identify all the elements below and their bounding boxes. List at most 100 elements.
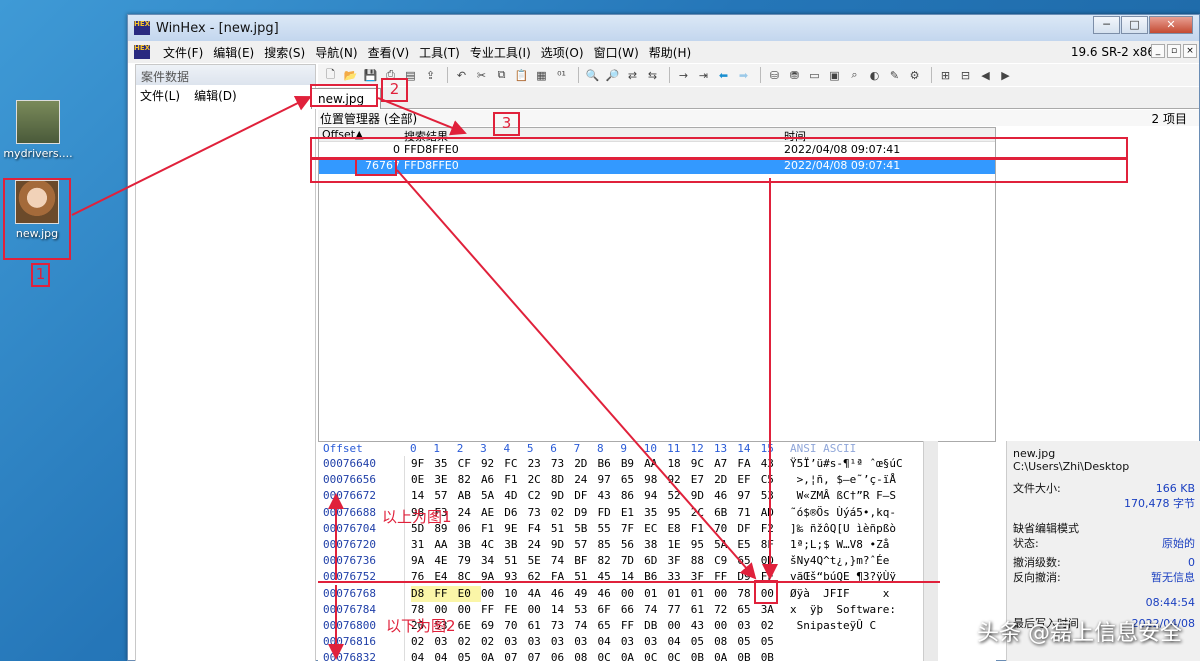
new-file-icon[interactable]: 🗋 — [322, 67, 339, 83]
hex-byte[interactable]: 74 — [574, 618, 597, 634]
hex-byte[interactable]: 24 — [458, 505, 481, 521]
hex-byte[interactable]: 92 — [667, 472, 690, 488]
hex-byte[interactable]: C5 — [761, 472, 784, 488]
hex-byte[interactable]: B6 — [598, 456, 621, 472]
hex-byte[interactable]: 61 — [691, 602, 714, 618]
forward-icon[interactable]: ➡ — [735, 67, 752, 83]
hex-byte[interactable]: A7 — [714, 456, 737, 472]
hex-row[interactable]: 00076672 14 57 AB 5A 4D C2 9D DF 43 86 94 52 9D 46 97 53… — [318, 488, 996, 505]
hex-byte[interactable]: 66 — [621, 602, 644, 618]
hex-byte[interactable]: 5A — [481, 488, 504, 504]
hex-byte[interactable]: FE — [504, 602, 527, 618]
hex-byte[interactable]: 43 — [598, 488, 621, 504]
hex-byte[interactable]: 9D — [551, 488, 574, 504]
hex-byte[interactable]: 01 — [691, 586, 714, 602]
hex-byte[interactable]: 7D — [621, 553, 644, 569]
paste-write-icon[interactable]: ▦ — [533, 67, 550, 83]
hex-byte[interactable]: AB — [458, 488, 481, 504]
hex-byte[interactable]: 49 — [574, 586, 597, 602]
hex-byte[interactable]: 03 — [574, 634, 597, 650]
hex-byte[interactable]: 04 — [434, 650, 457, 661]
hex-byte[interactable]: 38 — [644, 537, 667, 553]
hex-byte[interactable]: 9A — [481, 569, 504, 585]
hex-byte[interactable]: DF — [574, 488, 597, 504]
settings-icon[interactable]: ⚙ — [906, 67, 923, 83]
hex-byte[interactable]: AD — [761, 505, 784, 521]
replace-hex-icon[interactable]: ⇆ — [644, 67, 661, 83]
disk-icon[interactable]: ⛁ — [766, 67, 783, 83]
grid-icon[interactable]: ⊞ — [937, 67, 954, 83]
table-icon[interactable]: ⊟ — [957, 67, 974, 83]
mdi-minimize-button[interactable]: _ — [1151, 44, 1165, 58]
hex-byte[interactable]: FC — [504, 456, 527, 472]
hex-byte[interactable]: 00 — [528, 602, 551, 618]
hex-byte[interactable]: 02 — [551, 505, 574, 521]
hex-byte[interactable]: 3F — [667, 553, 690, 569]
hex-row[interactable]: 00076736 9A 4E 79 34 51 5E 74 BF 82 7D 6D 3F 88 C9 65 0D… — [318, 553, 996, 570]
hex-byte[interactable]: 06 — [458, 521, 481, 537]
hex-byte[interactable]: 65 — [598, 618, 621, 634]
hex-byte[interactable]: 95 — [691, 537, 714, 553]
hex-byte[interactable]: 0D — [761, 553, 784, 569]
hex-byte[interactable]: 73 — [528, 505, 551, 521]
hex-byte[interactable]: C9 — [714, 553, 737, 569]
hex-byte[interactable]: C2 — [528, 488, 551, 504]
hex-byte[interactable]: 14 — [551, 602, 574, 618]
hex-byte[interactable]: 70 — [504, 618, 527, 634]
hex-byte[interactable]: 0C — [598, 650, 621, 661]
hex-byte[interactable]: AA — [644, 456, 667, 472]
binary-icon[interactable]: ⁰¹ — [553, 67, 570, 83]
hex-row[interactable]: 00076640 9F 35 CF 92 FC 23 73 2D B6 B9 AA 18 9C A7 FA 43… — [318, 456, 996, 473]
hex-byte[interactable]: 10 — [504, 586, 527, 602]
hex-byte[interactable]: 14 — [411, 488, 434, 504]
hex-byte[interactable]: 4A — [528, 586, 551, 602]
disk-open-icon[interactable]: ⛃ — [786, 67, 803, 83]
hex-byte[interactable]: 2C — [528, 472, 551, 488]
hex-byte[interactable]: F2 — [761, 521, 784, 537]
hex-byte[interactable]: 07 — [528, 650, 551, 661]
hex-byte[interactable]: 43 — [691, 618, 714, 634]
hex-byte[interactable]: 77 — [667, 602, 690, 618]
data-interpreter-icon[interactable]: ◐ — [866, 67, 883, 83]
hex-byte[interactable]: D6 — [504, 505, 527, 521]
hex-byte[interactable]: 00 — [667, 618, 690, 634]
hex-byte[interactable]: 03 — [551, 634, 574, 650]
hex-byte[interactable]: 43 — [761, 456, 784, 472]
hex-byte[interactable]: 03 — [504, 634, 527, 650]
hex-byte[interactable]: AE — [481, 505, 504, 521]
hex-byte[interactable]: 35 — [434, 456, 457, 472]
hex-byte[interactable]: 04 — [598, 634, 621, 650]
hex-byte[interactable]: 02 — [411, 634, 434, 650]
save-icon[interactable]: 💾 — [362, 67, 379, 83]
hex-byte[interactable]: 04 — [411, 650, 434, 661]
hex-byte[interactable]: 00 — [714, 618, 737, 634]
hex-byte[interactable]: E8 — [667, 521, 690, 537]
hex-byte[interactable]: 51 — [551, 521, 574, 537]
menu-view[interactable]: 查看(V) — [363, 44, 415, 61]
hex-byte[interactable]: 00 — [621, 586, 644, 602]
hex-byte[interactable]: 5A — [714, 537, 737, 553]
hex-row[interactable]: 00076832 04 04 05 0A 07 07 06 08 0C 0A 0C 0C 0B 0A 0B 0B — [318, 650, 996, 661]
menu-tools[interactable]: 工具(T) — [414, 44, 465, 61]
hex-byte[interactable]: B9 — [621, 456, 644, 472]
hex-byte[interactable]: 06 — [551, 650, 574, 661]
calculator-icon[interactable]: ▣ — [826, 67, 843, 83]
undo-icon[interactable]: ↶ — [453, 67, 470, 83]
replace-text-icon[interactable]: ⇄ — [624, 67, 641, 83]
hex-byte[interactable]: 6F — [598, 602, 621, 618]
hex-byte[interactable]: AA — [434, 537, 457, 553]
hex-byte[interactable]: F1 — [691, 521, 714, 537]
hex-byte[interactable]: 2C — [691, 505, 714, 521]
desktop-icon-mydrivers[interactable]: mydrivers.... — [2, 100, 74, 160]
hex-byte[interactable]: 03 — [737, 618, 760, 634]
hex-byte[interactable]: E0 — [457, 585, 481, 602]
hex-byte[interactable]: 24 — [574, 472, 597, 488]
hex-byte[interactable]: 53 — [761, 488, 784, 504]
hex-byte[interactable]: 8F — [761, 537, 784, 553]
hex-byte[interactable]: F1 — [481, 521, 504, 537]
hex-row[interactable]: 00076816 02 03 02 02 03 03 03 03 04 03 03 04 05 08 05 05 — [318, 634, 996, 651]
hex-byte[interactable]: FD — [598, 505, 621, 521]
hex-byte[interactable]: 02 — [458, 634, 481, 650]
hex-row[interactable]: 00076768 D8 FF E0 00 10 4A 46 49 46 00 01 01 01 00 78 00… — [318, 585, 996, 602]
hex-byte[interactable]: 00 — [714, 586, 737, 602]
